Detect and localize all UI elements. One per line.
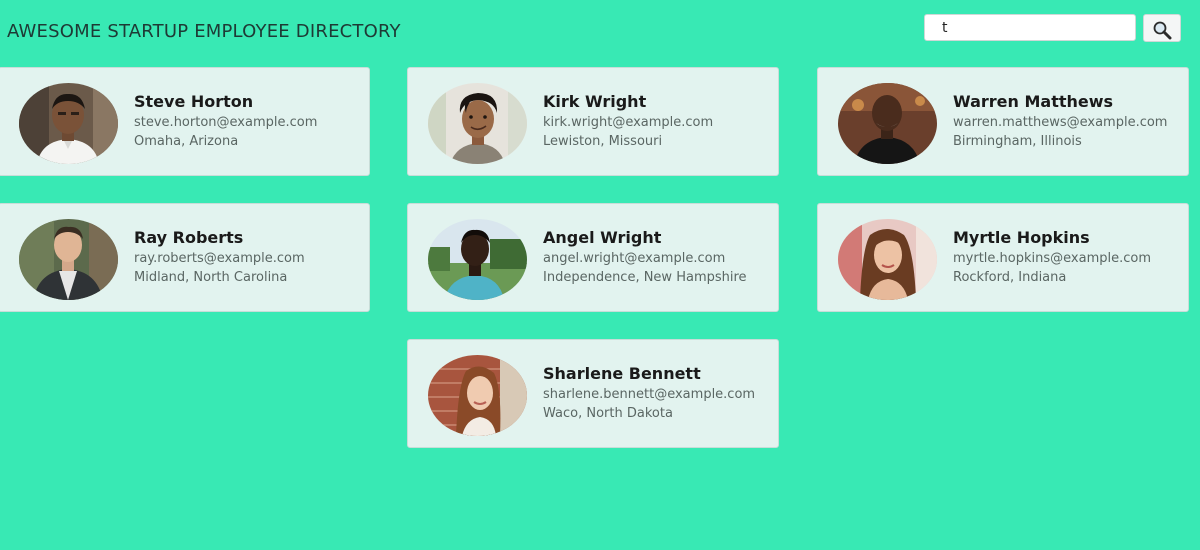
employee-name: Myrtle Hopkins <box>953 228 1090 247</box>
employee-info: Angel Wright angel.wright@example.com In… <box>543 227 747 287</box>
employee-info: Ray Roberts ray.roberts@example.com Midl… <box>134 227 305 287</box>
avatar <box>838 83 937 164</box>
avatar <box>428 355 527 436</box>
employee-email: myrtle.hopkins@example.com <box>953 251 1151 266</box>
search-button[interactable] <box>1143 14 1181 42</box>
employee-email: angel.wright@example.com <box>543 251 726 266</box>
employee-card[interactable]: Sharlene Bennett sharlene.bennett@exampl… <box>407 339 779 448</box>
page-title: AWESOME STARTUP EMPLOYEE DIRECTORY <box>7 21 401 42</box>
employee-card[interactable]: Ray Roberts ray.roberts@example.com Midl… <box>0 203 370 312</box>
avatar <box>19 219 118 300</box>
employee-info: Steve Horton steve.horton@example.com Om… <box>134 91 317 151</box>
employee-name: Ray Roberts <box>134 228 244 247</box>
employee-card[interactable]: Kirk Wright kirk.wright@example.com Lewi… <box>407 67 779 176</box>
employee-card[interactable]: Angel Wright angel.wright@example.com In… <box>407 203 779 312</box>
employee-email: steve.horton@example.com <box>134 115 318 130</box>
employee-info: Warren Matthews warren.matthews@example.… <box>953 91 1167 151</box>
avatar <box>428 83 527 164</box>
employee-card[interactable]: Myrtle Hopkins myrtle.hopkins@example.co… <box>817 203 1189 312</box>
employee-card[interactable]: Steve Horton steve.horton@example.com Om… <box>0 67 370 176</box>
employee-location: Omaha, Arizona <box>134 134 239 149</box>
employee-email: ray.roberts@example.com <box>134 251 305 266</box>
employee-info: Myrtle Hopkins myrtle.hopkins@example.co… <box>953 227 1151 287</box>
employee-card[interactable]: Warren Matthews warren.matthews@example.… <box>817 67 1189 176</box>
employee-location: Lewiston, Missouri <box>543 134 663 149</box>
employee-location: Midland, North Carolina <box>134 270 288 285</box>
employee-name: Steve Horton <box>134 92 254 111</box>
employee-name: Angel Wright <box>543 228 662 247</box>
employee-location: Waco, North Dakota <box>543 406 673 421</box>
employee-email: kirk.wright@example.com <box>543 115 714 130</box>
avatar <box>838 219 937 300</box>
avatar <box>428 219 527 300</box>
employee-email: warren.matthews@example.com <box>953 115 1168 130</box>
employee-name: Kirk Wright <box>543 92 647 111</box>
employee-name: Sharlene Bennett <box>543 364 701 383</box>
employee-location: Rockford, Indiana <box>953 270 1067 285</box>
employee-info: Sharlene Bennett sharlene.bennett@exampl… <box>543 363 755 423</box>
employee-name: Warren Matthews <box>953 92 1114 111</box>
employee-email: sharlene.bennett@example.com <box>543 387 756 402</box>
avatar <box>19 83 118 164</box>
employee-location: Independence, New Hampshire <box>543 270 747 285</box>
search-input[interactable] <box>924 14 1136 41</box>
magnifier-icon <box>1153 21 1172 40</box>
employee-location: Birmingham, Illinois <box>953 134 1082 149</box>
page-header: AWESOME STARTUP EMPLOYEE DIRECTORY <box>0 0 1200 62</box>
employee-info: Kirk Wright kirk.wright@example.com Lewi… <box>543 91 713 151</box>
